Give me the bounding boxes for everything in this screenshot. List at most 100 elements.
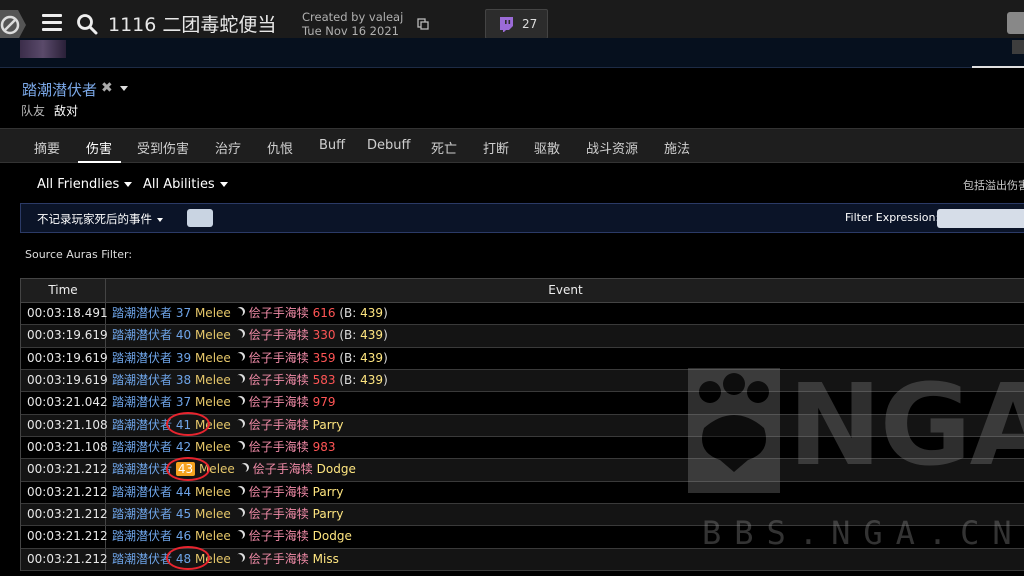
target-name[interactable]: 侩子手海犊 — [249, 529, 309, 543]
crescent-moon-icon — [234, 308, 243, 317]
damage-amount: 983 — [312, 440, 336, 455]
actor-name[interactable]: 踏潮潜伏者 — [22, 79, 97, 100]
source-name[interactable]: 踏潮潜伏者 — [112, 373, 172, 387]
event-description: 踏潮潜伏者 39 Melee 侩子手海犊 359 (B: 439) — [112, 350, 388, 365]
event-time: 00:03:21.108 — [21, 437, 108, 459]
blocked-amount: 439 — [360, 373, 384, 388]
table-row[interactable]: 00:03:18.491 踏潮潜伏者 37 Melee 侩子手海犊 616 (B: … — [21, 303, 1024, 326]
target-name[interactable]: 侩子手海犊 — [249, 373, 309, 387]
copy-icon[interactable] — [417, 18, 429, 30]
damage-amount: 359 — [312, 350, 336, 365]
source-name[interactable]: 踏潮潜伏者 — [112, 507, 172, 521]
target-name[interactable]: 侩子手海犊 — [249, 485, 309, 499]
ability-name[interactable]: Melee — [195, 529, 231, 543]
source-name[interactable]: 踏潮潜伏者 — [112, 485, 172, 499]
ability-name[interactable]: Melee — [195, 351, 231, 365]
tab-casts[interactable]: 施法 — [664, 138, 690, 157]
source-name[interactable]: 踏潮潜伏者 — [112, 418, 172, 432]
tab-damage-done[interactable]: 伤害 — [86, 138, 112, 157]
target-name[interactable]: 侩子手海犊 — [249, 395, 309, 409]
target-name[interactable]: 侩子手海犊 — [249, 507, 309, 521]
target-name[interactable]: 侩子手海犊 — [249, 306, 309, 320]
target-name[interactable]: 侩子手海犊 — [249, 328, 309, 342]
menu-icon[interactable] — [42, 14, 62, 32]
twitch-icon — [500, 17, 513, 32]
chevron-down-icon — [219, 182, 228, 187]
tab-summary[interactable]: 摘要 — [34, 138, 60, 157]
fight-thumbnail[interactable] — [20, 40, 66, 58]
close-icon[interactable]: ✖ — [101, 80, 113, 96]
event-time: 00:03:19.619 — [21, 347, 108, 370]
chevron-down-icon — [124, 182, 133, 187]
tab-debuffs[interactable]: Debuff — [367, 138, 410, 153]
friendlies-dropdown[interactable]: All Friendlies — [37, 177, 133, 192]
tab-resources[interactable]: 战斗资源 — [586, 138, 638, 157]
twitch-button[interactable]: 27 — [485, 9, 548, 39]
ability-name[interactable]: Melee — [195, 552, 231, 566]
target-name[interactable]: 侩子手海犊 — [249, 440, 309, 454]
tab-damage-taken[interactable]: 受到伤害 — [137, 138, 189, 157]
damage-amount: 616 — [312, 306, 336, 320]
ability-name[interactable]: Melee — [195, 395, 231, 409]
filter-hostile[interactable]: 敌对 — [54, 102, 78, 119]
column-header-event[interactable]: Event — [106, 279, 1024, 302]
target-name[interactable]: 侩子手海犊 — [249, 351, 309, 365]
crescent-moon-icon — [234, 554, 243, 563]
filter-friendly[interactable]: 队友 — [21, 102, 45, 119]
report-meta: Created by valeaj Tue Nov 16 2021 — [302, 10, 403, 38]
tab-healing[interactable]: 治疗 — [215, 138, 241, 157]
target-name[interactable]: 侩子手海犊 — [249, 552, 309, 566]
tab-deaths[interactable]: 死亡 — [431, 138, 457, 157]
target-name[interactable]: 侩子手海犊 — [253, 462, 313, 476]
include-overkill-option[interactable]: 包括溢出伤害 — [963, 177, 1024, 193]
user-menu-icon[interactable] — [1007, 12, 1024, 34]
ability-name[interactable]: Melee — [195, 507, 231, 521]
source-name[interactable]: 踏潮潜伏者 — [112, 552, 172, 566]
source-instance: 38 — [175, 373, 192, 388]
source-auras-filter-label: Source Auras Filter: — [25, 248, 133, 261]
ability-name[interactable]: Melee — [195, 373, 231, 387]
ability-name[interactable]: Melee — [195, 418, 231, 432]
column-header-time[interactable]: Time — [21, 279, 106, 302]
event-description: 踏潮潜伏者 37 Melee 侩子手海犊 616 (B: 439) — [112, 306, 388, 320]
source-name[interactable]: 踏潮潜伏者 — [112, 395, 172, 409]
source-name[interactable]: 踏潮潜伏者 — [112, 351, 172, 365]
ability-name[interactable]: Melee — [195, 485, 231, 499]
ability-name[interactable]: Melee — [195, 440, 231, 454]
table-row[interactable]: 00:03:19.619 踏潮潜伏者 40 Melee 侩子手海犊 330 (B: … — [21, 325, 1024, 348]
search-icon[interactable] — [76, 13, 98, 35]
source-name[interactable]: 踏潮潜伏者 — [112, 328, 172, 342]
ability-name[interactable]: Melee — [195, 328, 231, 342]
filter-toggle[interactable] — [187, 209, 213, 227]
source-instance: 42 — [175, 440, 192, 455]
source-name[interactable]: 踏潮潜伏者 — [112, 440, 172, 454]
tab-dispels[interactable]: 驱散 — [534, 138, 560, 157]
banner-progress-line — [972, 66, 1024, 68]
paw-logo-icon — [688, 368, 780, 493]
source-name[interactable]: 踏潮潜伏者 — [112, 462, 172, 476]
report-title: 1116 二团毒蛇便当 — [108, 14, 277, 36]
source-name[interactable]: 踏潮潜伏者 — [112, 306, 172, 320]
damage-amount: 979 — [312, 395, 336, 410]
crescent-moon-icon — [234, 531, 243, 540]
nga-watermark: NGA BBS.NGA.CN — [688, 368, 1024, 576]
source-instance: 43 — [175, 462, 196, 477]
tab-buffs[interactable]: Buff — [319, 138, 345, 153]
hit-result: Parry — [312, 484, 344, 499]
abilities-dropdown[interactable]: All Abilities — [143, 177, 228, 192]
target-name[interactable]: 侩子手海犊 — [249, 418, 309, 432]
tab-threat[interactable]: 仇恨 — [267, 138, 293, 157]
created-by[interactable]: Created by valeaj — [302, 10, 403, 24]
event-time: 00:03:19.619 — [21, 370, 108, 392]
source-name[interactable]: 踏潮潜伏者 — [112, 529, 172, 543]
tab-interrupts[interactable]: 打断 — [483, 138, 509, 157]
banner-right-thumbnail[interactable] — [1012, 40, 1024, 54]
ability-name[interactable]: Melee — [199, 462, 235, 476]
event-description: 踏潮潜伏者 37 Melee 侩子手海犊 979 — [106, 392, 336, 413]
event-filter-bar: 不记录玩家死后的事件 Filter Expression: — [20, 203, 1024, 233]
chevron-down-icon[interactable] — [120, 86, 128, 91]
crescent-moon-icon — [238, 464, 247, 473]
filter-expression-input[interactable] — [937, 209, 1024, 228]
ability-name[interactable]: Melee — [195, 306, 231, 320]
death-events-dropdown[interactable]: 不记录玩家死后的事件 — [37, 211, 163, 227]
